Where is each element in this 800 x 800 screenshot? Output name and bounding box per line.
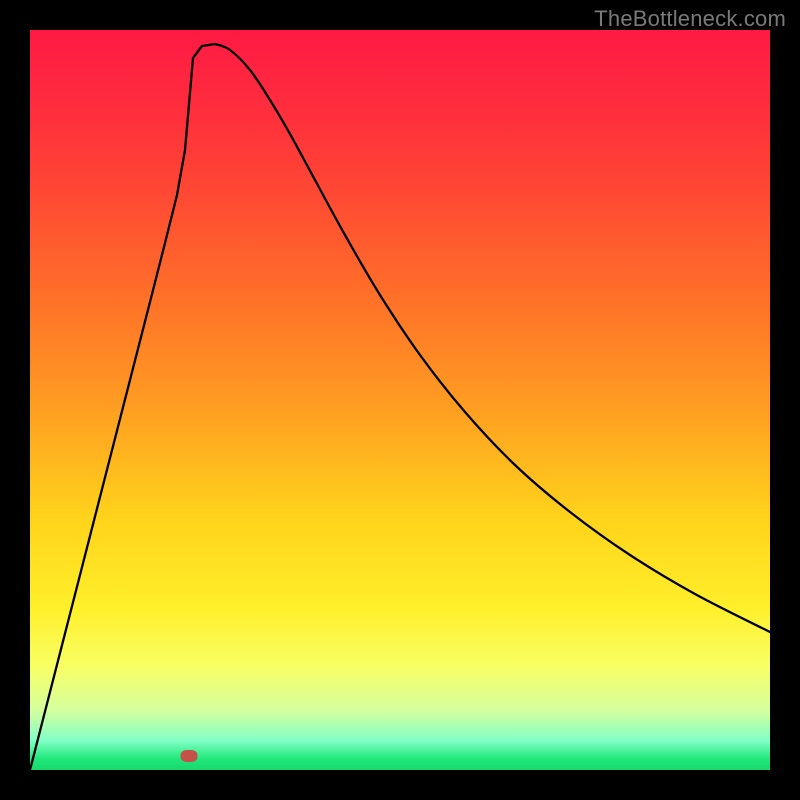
optimal-point-marker xyxy=(181,750,198,762)
plot-area xyxy=(30,30,770,770)
bottleneck-curve xyxy=(30,30,770,770)
chart-frame: TheBottleneck.com xyxy=(0,0,800,800)
attribution-label: TheBottleneck.com xyxy=(594,6,786,32)
